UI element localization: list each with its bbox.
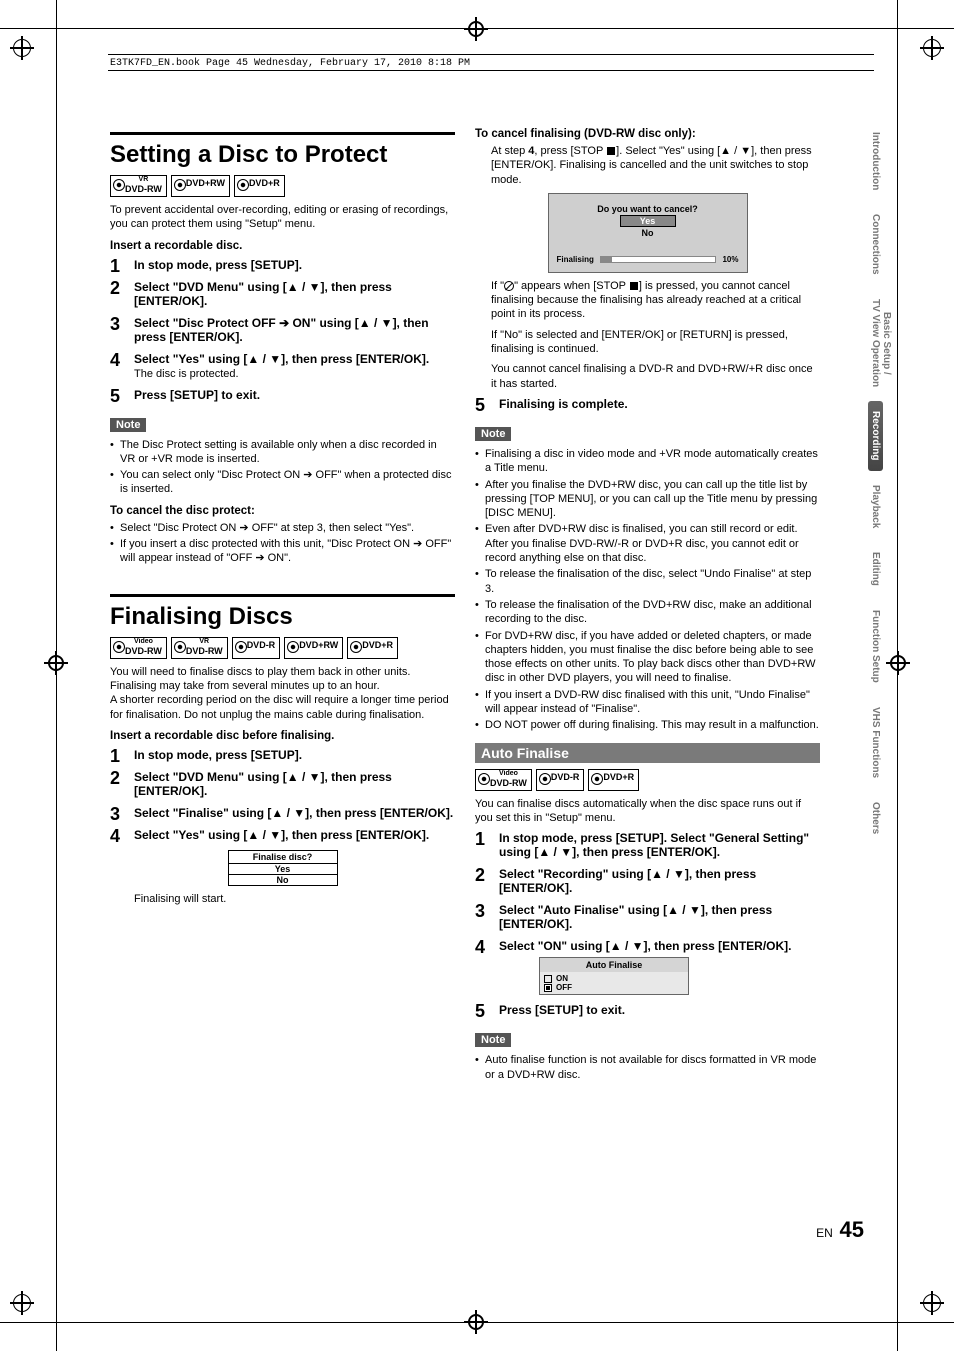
- note-item: You can select only "Disc Protect ON ➔ O…: [110, 468, 455, 497]
- note-label: Note: [110, 418, 146, 432]
- bullet: Select "Disc Protect ON ➔ OFF" at step 3…: [110, 521, 455, 535]
- note-item: Finalising a disc in video mode and +VR …: [475, 447, 820, 476]
- note-label: Note: [475, 1033, 511, 1047]
- note-item: The Disc Protect setting is available on…: [110, 438, 455, 467]
- progress-bar: [600, 256, 717, 263]
- insert-disc: Insert a recordable disc.: [110, 240, 455, 252]
- disc-badges: VideoDVD-RW DVD-R DVD+R: [475, 769, 820, 791]
- note-item: If you insert a DVD-RW disc finalised wi…: [475, 688, 820, 717]
- cancel-finalise-text: At step 4, press [STOP ]. Select "Yes" u…: [475, 144, 820, 187]
- side-tabs: Introduction Connections Basic Setup / T…: [868, 122, 918, 848]
- step: Select "Finalise" using [▲ / ▼], then pr…: [134, 806, 453, 820]
- section-title-finalising: Finalising Discs: [110, 603, 455, 631]
- auto-finalise-intro: You can finalise discs automatically whe…: [475, 797, 820, 826]
- note-item: Even after DVD+RW disc is finalised, you…: [475, 522, 820, 565]
- step: Select "Yes" using [▲ / ▼], then press […: [134, 352, 429, 366]
- note-item: For DVD+RW disc, if you have added or de…: [475, 629, 820, 686]
- noentry-icon: [504, 281, 514, 291]
- stop-icon: [607, 147, 615, 155]
- reg-mark: [464, 1310, 488, 1334]
- reg-mark: [44, 651, 68, 675]
- step: In stop mode, press [SETUP]. Select "Gen…: [499, 831, 809, 859]
- note-item: To release the finalisation of the DVD+R…: [475, 598, 820, 627]
- intro-text: To prevent accidental over-recording, ed…: [110, 203, 455, 232]
- finalise-start: Finalising will start.: [110, 892, 455, 906]
- tab-recording[interactable]: Recording: [868, 401, 883, 470]
- step: Select "ON" using [▲ / ▼], then press [E…: [499, 939, 792, 953]
- page-number: EN 45: [816, 1217, 864, 1243]
- osd-cancel-dialog: Do you want to cancel? Yes No Finalising…: [548, 193, 748, 273]
- note-item: DO NOT power off during finalising. This…: [475, 718, 820, 732]
- disc-badges: VideoDVD-RW VRDVD-RW DVD-R DVD+RW DVD+R: [110, 637, 455, 659]
- tab-others[interactable]: Others: [868, 792, 883, 844]
- step: Select "Yes" using [▲ / ▼], then press […: [134, 828, 429, 842]
- disc-badges: VRDVD-RW DVD+RW DVD+R: [110, 175, 455, 197]
- noentry-text: If "" appears when [STOP ] is pressed, y…: [475, 279, 820, 322]
- section-bar-auto-finalise: Auto Finalise: [475, 743, 820, 763]
- step: Press [SETUP] to exit.: [499, 1003, 625, 1017]
- no-cancel-text: You cannot cancel finalising a DVD-R and…: [475, 362, 820, 391]
- step: In stop mode, press [SETUP].: [134, 748, 302, 762]
- finalise-dialog: Finalise disc? Yes No: [228, 850, 338, 886]
- reg-hatch: [10, 36, 34, 60]
- tab-vhs-functions[interactable]: VHS Functions: [868, 697, 883, 788]
- running-header: E3TK7FD_EN.book Page 45 Wednesday, Febru…: [108, 54, 874, 71]
- tab-function-setup[interactable]: Function Setup: [868, 600, 883, 693]
- auto-finalise-osd: Auto Finalise ON OFF: [539, 957, 689, 995]
- cancel-finalise-hdr: To cancel finalising (DVD-RW disc only):: [475, 128, 820, 140]
- step: In stop mode, press [SETUP].: [134, 258, 302, 272]
- note-item: Auto finalise function is not available …: [475, 1053, 820, 1082]
- note-item: To release the finalisation of the disc,…: [475, 567, 820, 596]
- cancel-header: To cancel the disc protect:: [110, 505, 455, 517]
- stop-icon: [630, 282, 638, 290]
- step: Finalising is complete.: [499, 397, 628, 411]
- step-sub: The disc is protected.: [134, 368, 455, 380]
- reg-hatch: [10, 1291, 34, 1315]
- step: Select "DVD Menu" using [▲ / ▼], then pr…: [134, 280, 392, 308]
- note-label: Note: [475, 427, 511, 441]
- reg-hatch: [920, 36, 944, 60]
- step: Press [SETUP] to exit.: [134, 388, 260, 402]
- tab-editing[interactable]: Editing: [868, 542, 883, 596]
- tab-connections[interactable]: Connections: [868, 204, 883, 285]
- section-title-protect: Setting a Disc to Protect: [110, 141, 455, 169]
- step: Select "DVD Menu" using [▲ / ▼], then pr…: [134, 770, 392, 798]
- step: Select "Auto Finalise" using [▲ / ▼], th…: [499, 903, 772, 931]
- tab-introduction[interactable]: Introduction: [868, 122, 883, 200]
- step: Select "Recording" using [▲ / ▼], then p…: [499, 867, 756, 895]
- note-item: After you finalise the DVD+RW disc, you …: [475, 478, 820, 521]
- tab-basic-setup[interactable]: Basic Setup / TV View Operation: [868, 289, 894, 397]
- tab-playback[interactable]: Playback: [868, 475, 883, 538]
- if-no-text: If "No" is selected and [ENTER/OK] or [R…: [475, 328, 820, 357]
- reg-hatch: [920, 1291, 944, 1315]
- bullet: If you insert a disc protected with this…: [110, 537, 455, 566]
- finalise-intro: You will need to finalise discs to play …: [110, 665, 455, 722]
- step: Select "Disc Protect OFF ➔ ON" using [▲ …: [134, 316, 429, 344]
- insert-disc: Insert a recordable disc before finalisi…: [110, 730, 455, 742]
- reg-mark: [464, 17, 488, 41]
